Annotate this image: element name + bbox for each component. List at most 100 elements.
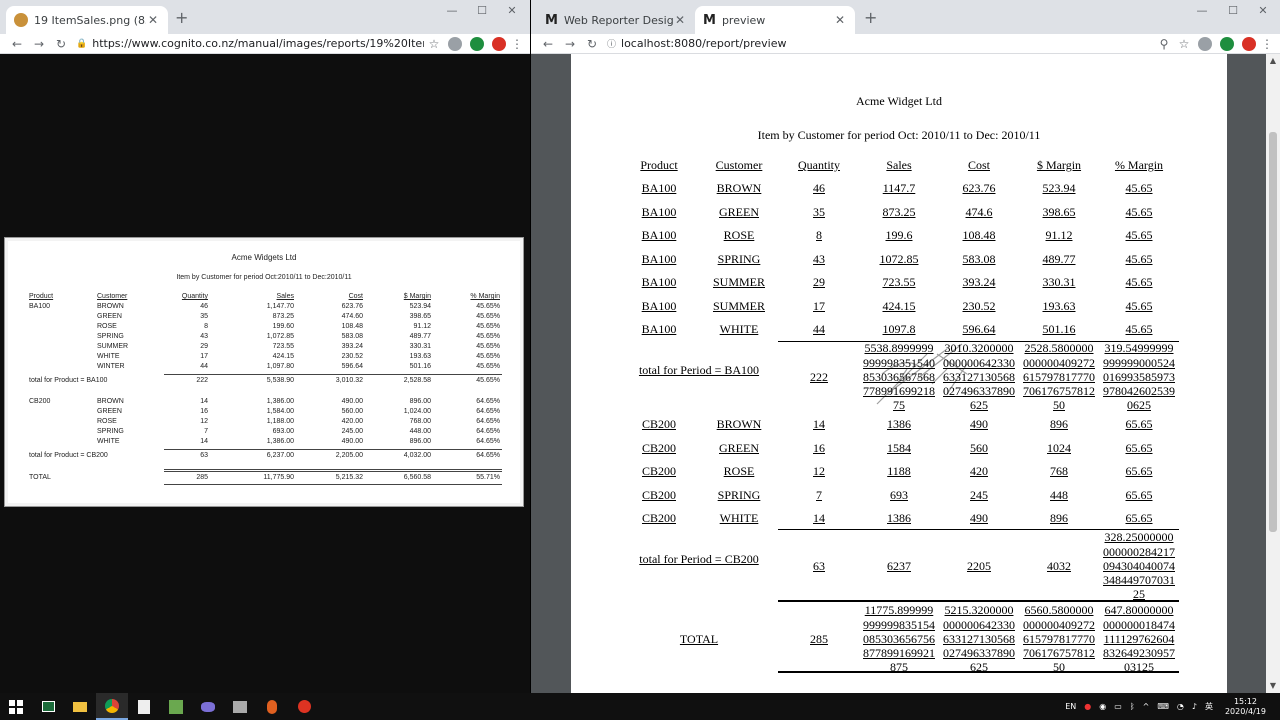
image-cell: 108.48	[341, 323, 363, 330]
close-tab-icon[interactable]: ✕	[673, 13, 687, 27]
image-cell: 91.12	[413, 323, 431, 330]
clock[interactable]: 15:12 2020/4/19	[1225, 697, 1266, 717]
image-cell: 490.00	[341, 438, 363, 445]
close-tab-icon[interactable]: ✕	[146, 13, 160, 27]
scroll-up-icon[interactable]: ▲	[1266, 54, 1280, 68]
image-cell: 7	[204, 428, 208, 435]
extension-icon[interactable]	[1198, 36, 1212, 51]
menu-icon[interactable]: ⋮	[1260, 37, 1274, 51]
address-bar[interactable]: 🔒 https://www.cognito.co.nz/manual/image…	[72, 35, 424, 53]
image-cell: 596.64	[341, 363, 363, 370]
image-cell: 523.94	[409, 303, 431, 310]
url-text: https://www.cognito.co.nz/manual/images/…	[92, 37, 424, 50]
close-window-button[interactable]: ✕	[497, 4, 527, 17]
network-icon[interactable]: ◔	[1177, 702, 1184, 711]
report-cell: 490	[970, 417, 988, 431]
report-cell: 319.549999999999990005240169935859739780…	[1103, 341, 1175, 413]
profile-avatar[interactable]	[470, 36, 484, 51]
image-cell: 35	[200, 313, 208, 320]
close-window-button[interactable]: ✕	[1248, 4, 1278, 17]
table-rule	[778, 671, 1179, 673]
back-icon[interactable]: ←	[537, 37, 559, 51]
minimize-button[interactable]: —	[437, 4, 467, 17]
report-cell: 1147.7	[882, 181, 916, 195]
image-cell: 16	[200, 408, 208, 415]
profile-avatar[interactable]	[1220, 36, 1234, 51]
image-cell: 393.24	[341, 343, 363, 350]
maximize-button[interactable]: ☐	[1218, 4, 1248, 17]
tab-web-reporter-designer[interactable]: M Web Reporter Designer ✕	[537, 6, 695, 34]
tray-record-icon[interactable]: ●	[1084, 702, 1091, 711]
image-cell: GREEN	[97, 313, 122, 320]
extension-red-icon[interactable]	[1242, 36, 1256, 51]
reload-icon[interactable]: ↻	[50, 37, 72, 51]
volume-icon[interactable]: ♪	[1192, 702, 1197, 711]
report-cell: WHITE	[719, 322, 759, 336]
close-tab-icon[interactable]: ✕	[833, 13, 847, 27]
tab-preview[interactable]: M preview ✕	[695, 6, 855, 34]
record-icon[interactable]	[288, 693, 320, 720]
image-cell: ROSE	[97, 323, 117, 330]
report-cell: 43	[813, 251, 825, 266]
image-cell: 474.60	[341, 313, 363, 320]
chrome-icon[interactable]	[96, 693, 128, 720]
forward-icon[interactable]: →	[28, 37, 50, 51]
new-tab-button[interactable]: +	[175, 8, 188, 27]
report-cell: 11775.8999999999998351540853036567568778…	[863, 603, 935, 675]
zoom-icon[interactable]: ⚲	[1154, 37, 1174, 51]
menu-icon[interactable]: ⋮	[510, 37, 524, 51]
image-data-row: SPRING 7 693.00 245.00 448.00 64.65%	[8, 428, 520, 438]
image-cell: SPRING	[97, 428, 124, 435]
image-cell: 1,584.00	[266, 408, 294, 415]
recorder-icon[interactable]	[256, 693, 288, 720]
scroll-down-icon[interactable]: ▼	[1266, 679, 1280, 693]
extension-icon[interactable]	[448, 36, 462, 51]
language-indicator[interactable]: EN	[1065, 702, 1076, 711]
image-data-row: CB200 BROWN 14 1,386.00 490.00 896.00 64.65%	[8, 398, 520, 408]
image-cell: 398.65	[409, 313, 431, 320]
report-cell: 8	[816, 228, 822, 242]
image-cell: 285	[196, 474, 208, 481]
file-explorer-icon[interactable]	[64, 693, 96, 720]
report-cell: % Margin	[1114, 158, 1164, 172]
task-view-icon[interactable]	[32, 693, 64, 720]
reload-icon[interactable]: ↻	[581, 37, 603, 51]
app-icon-2[interactable]	[224, 693, 256, 720]
bluetooth-icon[interactable]: ᛒ	[1130, 702, 1135, 711]
report-cell: 489.77	[1042, 251, 1076, 266]
address-bar[interactable]: ⓘ localhost:8080/report/preview	[603, 35, 1154, 53]
image-cell: Quantity	[181, 293, 208, 300]
chevron-up-icon[interactable]: ^	[1143, 702, 1150, 711]
extension-red-icon[interactable]	[492, 36, 506, 51]
report-cell: 420	[970, 464, 988, 478]
excel-icon[interactable]	[160, 693, 192, 720]
tray-monitor-icon[interactable]: ▭	[1114, 702, 1122, 711]
minimize-button[interactable]: —	[1187, 4, 1217, 17]
windows-start-icon[interactable]	[0, 693, 32, 720]
app-icon[interactable]	[192, 693, 224, 720]
report-cell: 693	[890, 487, 908, 502]
report-cell: 45.65	[1125, 228, 1153, 242]
bookmark-star-icon[interactable]: ☆	[1174, 37, 1194, 51]
report-cell: SUMMER	[712, 275, 765, 289]
scroll-thumb[interactable]	[1269, 132, 1277, 532]
notepad-icon[interactable]	[128, 693, 160, 720]
image-cell: 55.71%	[476, 474, 500, 481]
input-method-icon[interactable]: 英	[1205, 701, 1213, 712]
report-cell: 583.08	[962, 251, 996, 266]
new-tab-button[interactable]: +	[864, 8, 877, 27]
report-cell: 6237	[887, 558, 911, 573]
tab-image[interactable]: 19 ItemSales.png (852×446) ✕	[6, 6, 168, 34]
image-cell: 1,386.00	[266, 398, 294, 405]
lock-icon: 🔒	[76, 38, 88, 49]
tray-app-icon[interactable]: ◉	[1099, 702, 1106, 711]
maximize-button[interactable]: ☐	[467, 4, 497, 17]
image-cell: 1,147.70	[266, 303, 294, 310]
back-icon[interactable]: ←	[6, 37, 28, 51]
keyboard-icon[interactable]: ⌨	[1157, 702, 1169, 711]
image-cell: 896.00	[409, 398, 431, 405]
forward-icon[interactable]: →	[559, 37, 581, 51]
vertical-scrollbar[interactable]: ▲ ▼	[1266, 54, 1280, 693]
bookmark-star-icon[interactable]: ☆	[424, 37, 444, 51]
image-cell: 46	[200, 303, 208, 310]
